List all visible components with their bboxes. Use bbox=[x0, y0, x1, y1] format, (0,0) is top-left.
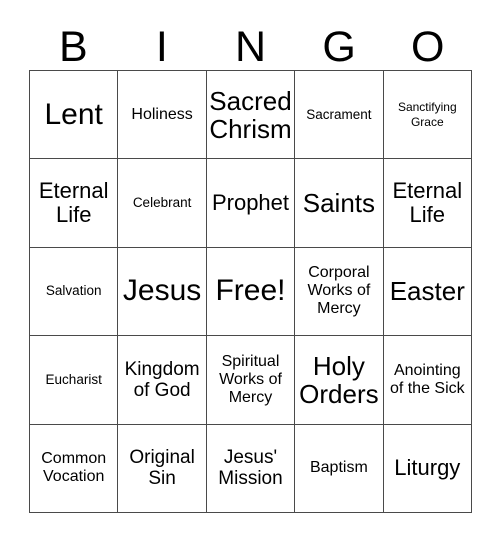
bingo-header: B I N G O bbox=[29, 20, 472, 70]
bingo-cell-r1c5[interactable]: Sanctifying Grace bbox=[383, 71, 472, 160]
bingo-cell-r3c5[interactable]: Easter bbox=[383, 247, 472, 337]
bingo-cell-label: Lent bbox=[44, 97, 103, 131]
bingo-cell-r5c5[interactable]: Liturgy bbox=[383, 424, 472, 513]
bingo-cell-label: Prophet bbox=[211, 190, 290, 216]
bingo-cell-label: Spiritual Works of Mercy bbox=[219, 352, 282, 406]
bingo-cell-free-space[interactable]: Free! bbox=[206, 247, 296, 337]
bingo-cell-r1c2[interactable]: Holiness bbox=[118, 71, 207, 160]
bingo-cell-r2c4[interactable]: Saints bbox=[295, 159, 384, 248]
bingo-cell-label: Baptism bbox=[309, 459, 368, 477]
bingo-cell-label: Sacred Chrism bbox=[209, 85, 292, 144]
bingo-cell-label: Eternal Life bbox=[38, 178, 109, 228]
bingo-cell-r4c5[interactable]: Anointing of the Sick bbox=[383, 336, 472, 425]
bingo-cell-label: Common Vocation bbox=[41, 450, 107, 486]
bingo-cell-label: Corporal Works of Mercy bbox=[307, 264, 371, 318]
bingo-cell-r4c1[interactable]: Eucharist bbox=[30, 336, 119, 425]
bingo-cell-label: Liturgy bbox=[394, 455, 461, 481]
bingo-cell-r4c4[interactable]: Holy Orders bbox=[295, 336, 384, 425]
bingo-header-letter-b: B bbox=[58, 23, 88, 71]
bingo-cell-label: Kingdom of God bbox=[124, 358, 200, 401]
bingo-header-letter-g: G bbox=[322, 23, 356, 71]
bingo-cell-r3c1[interactable]: Salvation bbox=[30, 247, 119, 337]
bingo-card: B I N G O Lent Holiness Sacred Chrism Sa… bbox=[0, 0, 500, 544]
bingo-cell-label: Eucharist bbox=[45, 371, 102, 387]
bingo-cell-label: Original Sin bbox=[129, 447, 195, 490]
bingo-cell-r2c3[interactable]: Prophet bbox=[206, 159, 296, 248]
bingo-cell-r1c3[interactable]: Sacred Chrism bbox=[206, 71, 296, 160]
bingo-cell-r5c2[interactable]: Original Sin bbox=[118, 424, 207, 513]
bingo-cell-label: Sanctifying Grace bbox=[397, 99, 457, 129]
bingo-cell-r3c2[interactable]: Jesus bbox=[118, 247, 207, 337]
bingo-cell-r5c4[interactable]: Baptism bbox=[295, 424, 384, 513]
bingo-header-letter-n: N bbox=[234, 23, 267, 71]
bingo-cell-label: Saints bbox=[302, 188, 376, 219]
bingo-cell-r1c4[interactable]: Sacrament bbox=[295, 71, 384, 160]
bingo-cell-label: Salvation bbox=[45, 283, 102, 299]
bingo-grid: Lent Holiness Sacred Chrism Sacrament Sa… bbox=[29, 70, 472, 513]
bingo-cell-label: Holiness bbox=[131, 105, 193, 123]
bingo-cell-r5c3[interactable]: Jesus' Mission bbox=[206, 424, 296, 513]
bingo-cell-label: Sacrament bbox=[306, 106, 372, 122]
bingo-cell-label: Jesus' Mission bbox=[218, 447, 283, 490]
bingo-header-letter-i: I bbox=[155, 23, 168, 71]
bingo-cell-r4c2[interactable]: Kingdom of God bbox=[118, 336, 207, 425]
bingo-cell-r4c3[interactable]: Spiritual Works of Mercy bbox=[206, 336, 296, 425]
bingo-cell-r1c1[interactable]: Lent bbox=[30, 71, 119, 160]
bingo-cell-label: Eternal Life bbox=[392, 178, 463, 228]
bingo-cell-r2c5[interactable]: Eternal Life bbox=[383, 159, 472, 248]
bingo-cell-r2c2[interactable]: Celebrant bbox=[118, 159, 207, 248]
bingo-header-letter-o: O bbox=[410, 23, 445, 71]
bingo-cell-label: Free! bbox=[215, 274, 286, 308]
bingo-cell-r2c1[interactable]: Eternal Life bbox=[30, 159, 119, 248]
bingo-cell-label: Anointing of the Sick bbox=[389, 361, 465, 397]
bingo-cell-label: Holy Orders bbox=[299, 350, 379, 409]
bingo-cell-r3c4[interactable]: Corporal Works of Mercy bbox=[295, 247, 384, 337]
bingo-cell-label: Easter bbox=[389, 276, 465, 307]
bingo-cell-r5c1[interactable]: Common Vocation bbox=[30, 424, 119, 513]
bingo-cell-label: Celebrant bbox=[132, 195, 192, 211]
bingo-cell-label: Jesus bbox=[122, 274, 202, 308]
